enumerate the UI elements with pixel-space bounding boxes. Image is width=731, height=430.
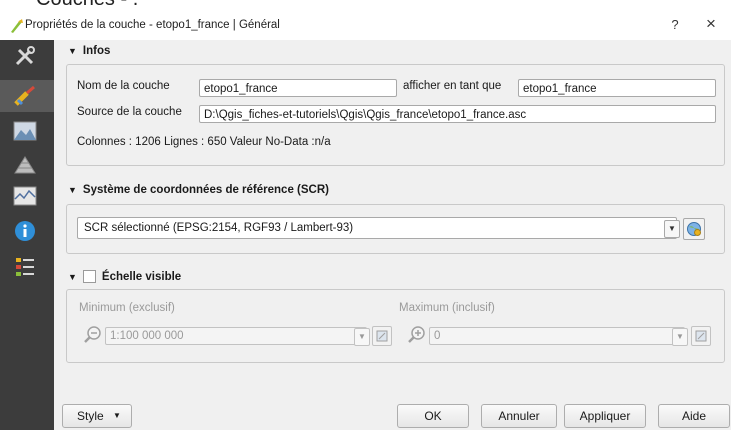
pyramids-icon[interactable] <box>12 151 38 177</box>
crs-header-label: Système de coordonnées de référence (SCR… <box>82 184 329 196</box>
crs-select[interactable]: SCR sélectionné (EPSG:2154, RGF93 / Lamb… <box>77 217 677 239</box>
zoom-out-icon <box>84 326 101 343</box>
max-scale-combo[interactable]: 0 <box>429 327 685 345</box>
raster-stats: Colonnes : 1206 Lignes : 650 Valeur No-D… <box>77 136 331 148</box>
chevron-down-icon[interactable]: ▼ <box>672 328 688 346</box>
crs-section-header[interactable]: ▼ Système de coordonnées de référence (S… <box>68 184 329 196</box>
help-dialog-button[interactable]: Aide <box>658 404 730 428</box>
background-text-fragment: Couches - . <box>36 0 138 11</box>
histogram-icon[interactable] <box>12 183 38 209</box>
infos-section-header[interactable]: ▼ Infos <box>68 45 110 57</box>
metadata-info-icon[interactable] <box>12 218 38 244</box>
style-menu-button[interactable]: Style ▼ <box>62 404 132 428</box>
globe-icon <box>687 222 701 236</box>
layer-name-input[interactable]: etopo1_france <box>199 79 397 97</box>
map-scale-icon <box>376 330 388 342</box>
crs-picker-button[interactable] <box>683 218 705 240</box>
sidebar <box>0 40 54 430</box>
properties-content: ▼ Infos Nom de la couche etopo1_france a… <box>54 40 731 430</box>
qgis-app-icon <box>11 19 23 33</box>
title-bar: Propriétés de la couche - etopo1_france … <box>0 14 731 40</box>
style-button-label: Style <box>77 409 104 423</box>
chevron-down-icon[interactable]: ▼ <box>664 220 680 238</box>
source-label: Source de la couche <box>77 106 182 118</box>
infos-header-label: Infos <box>82 45 111 57</box>
help-button[interactable]: ? <box>668 17 682 32</box>
map-scale-icon <box>695 330 707 342</box>
display-as-input[interactable]: etopo1_france <box>518 79 716 97</box>
collapse-triangle-icon: ▼ <box>68 271 77 282</box>
window-title: Propriétés de la couche - etopo1_france … <box>25 19 280 31</box>
scale-group: Minimum (exclusif) Maximum (inclusif) 1:… <box>66 289 725 363</box>
infos-group: Nom de la couche etopo1_france afficher … <box>66 64 725 166</box>
transparency-icon[interactable] <box>12 118 38 144</box>
collapse-triangle-icon: ▼ <box>68 46 77 56</box>
ok-button[interactable]: OK <box>397 404 469 428</box>
min-current-scale-button[interactable] <box>372 326 392 346</box>
crs-group: SCR sélectionné (EPSG:2154, RGF93 / Lamb… <box>66 204 725 254</box>
legend-icon[interactable] <box>12 254 38 280</box>
zoom-in-icon <box>408 326 425 343</box>
display-as-label: afficher en tant que <box>403 80 502 92</box>
general-tools-icon[interactable] <box>12 44 38 70</box>
source-input[interactable]: D:\Qgis_fiches-et-tutoriels\Qgis\Qgis_fr… <box>199 105 716 123</box>
max-scale-label: Maximum (inclusif) <box>399 302 495 314</box>
close-button[interactable]: × <box>702 14 720 34</box>
min-scale-label: Minimum (exclusif) <box>79 302 175 314</box>
chevron-down-icon: ▼ <box>113 411 121 420</box>
cancel-button[interactable]: Annuler <box>481 404 557 428</box>
layer-name-label: Nom de la couche <box>77 80 170 92</box>
scale-section-header[interactable]: ▼ Échelle visible <box>68 270 181 283</box>
scale-visible-checkbox[interactable] <box>82 270 96 283</box>
style-brush-icon[interactable] <box>12 83 38 109</box>
max-current-scale-button[interactable] <box>691 326 711 346</box>
apply-button[interactable]: Appliquer <box>564 404 646 428</box>
chevron-down-icon[interactable]: ▼ <box>354 328 370 346</box>
min-scale-combo[interactable]: 1:100 000 000 <box>105 327 367 345</box>
scale-header-label: Échelle visible <box>101 270 182 283</box>
collapse-triangle-icon: ▼ <box>68 185 77 195</box>
